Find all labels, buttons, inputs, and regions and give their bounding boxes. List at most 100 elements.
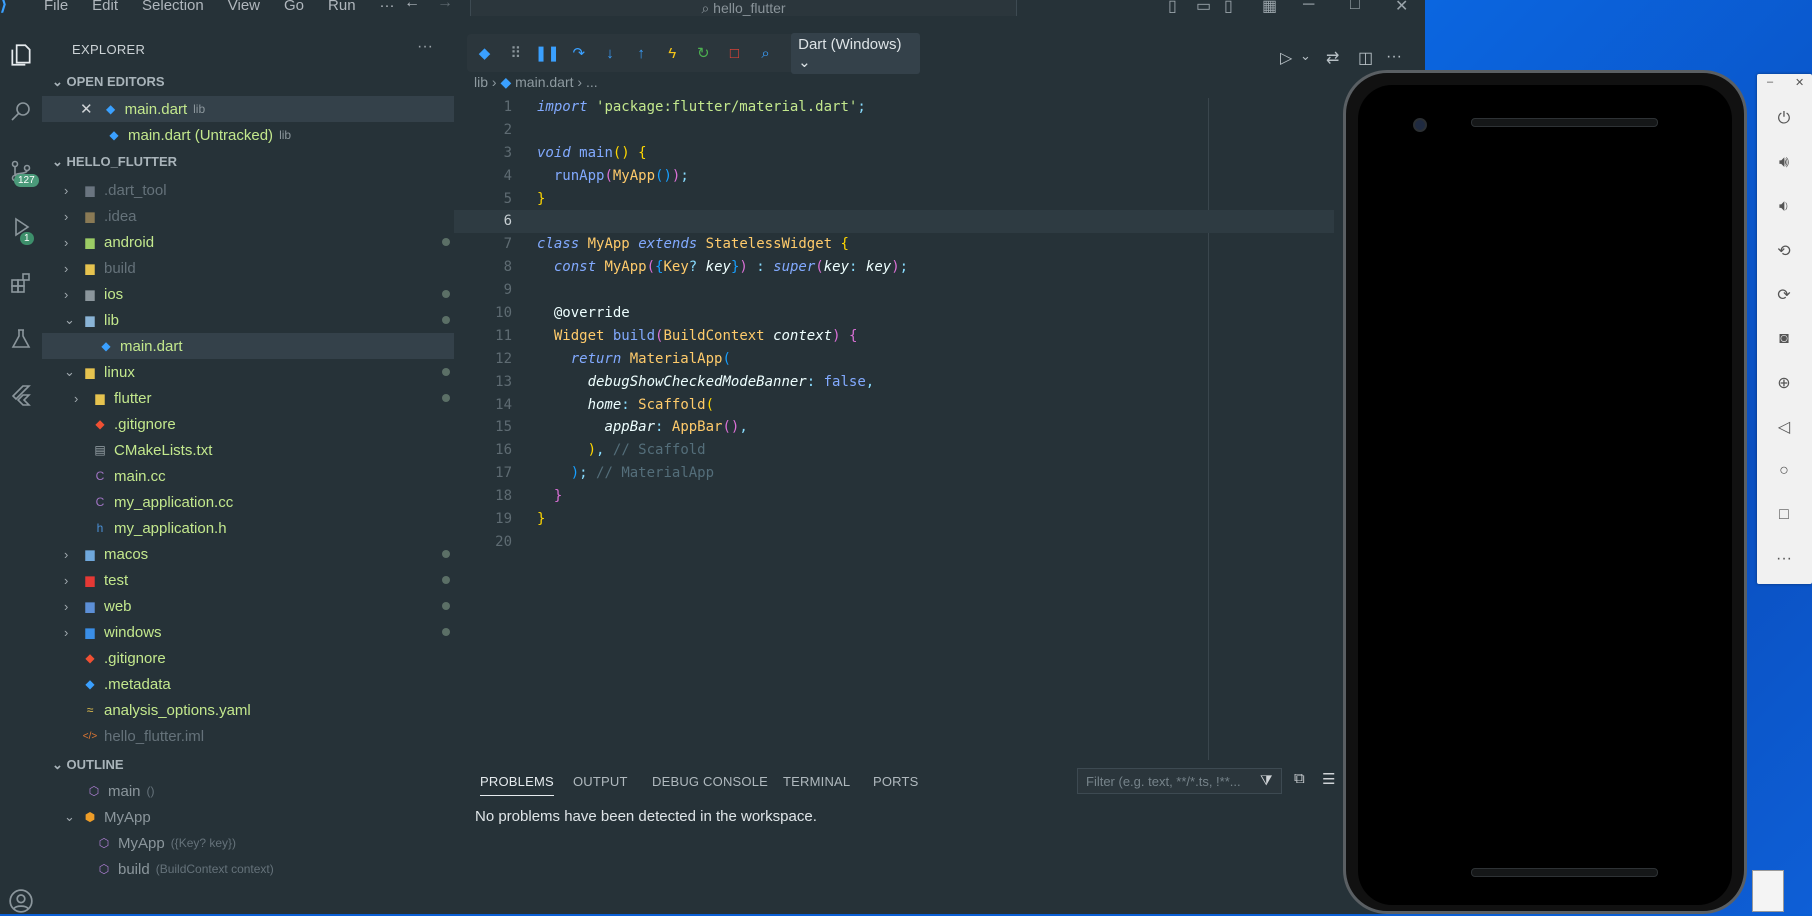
toggle-panel-icon[interactable]: ▭ <box>1196 0 1211 16</box>
tree-file-my-application-cc[interactable]: Cmy_application.ccU <box>92 489 472 515</box>
collapse-all-icon[interactable]: ⧉ <box>1294 770 1305 787</box>
tree-folder-test[interactable]: › ▆ test <box>64 567 454 593</box>
tab-debug-console[interactable]: DEBUG CONSOLE <box>652 774 768 789</box>
minimize-icon[interactable]: ─ <box>1303 0 1314 14</box>
more-icon[interactable]: ··· <box>1773 548 1795 570</box>
git-file-icon: ◆ <box>85 651 95 665</box>
run-dropdown-icon[interactable]: ⌄ <box>1300 48 1311 64</box>
tree-file-cmakelists[interactable]: ▤CMakeLists.txtU <box>92 437 471 463</box>
volume-up-icon[interactable]: 🔊︎ <box>1773 152 1795 174</box>
tree-file-main-cc[interactable]: Cmain.ccU <box>92 463 472 489</box>
tree-file-iml[interactable]: </> hello_flutter.iml <box>82 723 454 749</box>
project-header[interactable]: ⌄ HELLO_FLUTTER <box>52 154 177 170</box>
flutter-icon[interactable] <box>6 380 36 410</box>
search-icon[interactable] <box>6 96 36 126</box>
method-icon: ⬡ <box>88 784 100 798</box>
desktop-file-icon[interactable] <box>1752 870 1784 912</box>
restart-icon[interactable]: ↻ <box>694 43 713 63</box>
close-window-icon[interactable]: ✕ <box>1395 0 1408 16</box>
maximize-icon[interactable]: □ <box>1350 0 1360 14</box>
breadcrumb-symbol[interactable]: ... <box>586 74 598 90</box>
view-as-list-icon[interactable]: ☰ <box>1322 770 1335 788</box>
tab-ports[interactable]: PORTS <box>873 774 919 789</box>
run-config-select[interactable]: Dart (Windows) ⌄ <box>791 32 920 74</box>
split-editor-icon[interactable]: ◫ <box>1358 48 1373 68</box>
home-icon[interactable]: ○ <box>1773 460 1795 482</box>
tree-file-gitignore-root[interactable]: ◆.gitignoreU <box>82 645 471 671</box>
menu-more[interactable]: ··· <box>368 0 407 14</box>
menu-edit[interactable]: Edit <box>80 0 130 14</box>
hot-reload-icon[interactable]: ϟ <box>663 43 682 63</box>
outline-item-myapp[interactable]: ⌄ ⬢ MyApp <box>64 804 454 830</box>
tree-file-gitignore[interactable]: ◆.gitignoreU <box>92 411 471 437</box>
camera-icon[interactable]: ◙ <box>1773 328 1795 350</box>
step-into-icon[interactable]: ↓ <box>600 43 619 63</box>
breadcrumb-file[interactable]: main.dart <box>515 74 573 90</box>
outline-item-build[interactable]: ⬡ build (BuildContext context) <box>96 856 454 882</box>
menu-run[interactable]: Run <box>316 0 368 14</box>
more-actions-icon[interactable]: ··· <box>417 38 433 56</box>
menu-file[interactable]: File <box>32 0 80 14</box>
pause-icon[interactable]: ❚❚ <box>535 43 560 63</box>
toggle-primary-sidebar-icon[interactable]: ▯ <box>1168 0 1177 16</box>
tree-folder-linux[interactable]: ⌄ ▆ linux <box>64 359 454 385</box>
zoom-icon[interactable]: ⊕ <box>1773 372 1795 394</box>
overview-icon[interactable]: □ <box>1773 504 1795 526</box>
extensions-icon[interactable] <box>6 268 36 298</box>
compare-changes-icon[interactable]: ⇄ <box>1326 48 1339 68</box>
editor-more-icon[interactable]: ··· <box>1386 48 1402 66</box>
drag-handle-icon[interactable]: ⠿ <box>506 43 525 63</box>
tree-folder-dart-tool[interactable]: › ▆ .dart_tool <box>64 177 454 203</box>
devtools-search-icon[interactable]: ⌕ <box>756 43 775 63</box>
step-over-icon[interactable]: ↷ <box>569 43 588 63</box>
menu-view[interactable]: View <box>216 0 272 14</box>
tree-folder-lib[interactable]: ⌄ ▆ lib <box>64 307 454 333</box>
open-editor-item[interactable]: ◆ main.dart (Untracked) lib U <box>42 122 471 148</box>
tree-folder-windows[interactable]: › ▆ windows <box>64 619 454 645</box>
outline-header[interactable]: ⌄ OUTLINE <box>52 757 124 773</box>
tree-folder-ios[interactable]: › ▆ ios <box>64 281 454 307</box>
problems-filter-input[interactable]: Filter (e.g. text, **/*.ts, !**... <box>1077 768 1282 794</box>
code-editor[interactable]: 1 import 'package:flutter/material.dart';… <box>454 96 1334 554</box>
breadcrumb-lib[interactable]: lib <box>474 74 488 90</box>
tree-file-my-application-h[interactable]: hmy_application.hU <box>92 515 472 541</box>
open-editor-item[interactable]: ✕ ◆ main.dart lib U <box>42 96 471 122</box>
volume-down-icon[interactable]: 🔉︎ <box>1773 196 1795 218</box>
customize-layout-icon[interactable]: ▦ <box>1262 0 1277 16</box>
forward-arrow-icon[interactable]: → <box>437 0 453 12</box>
step-out-icon[interactable]: ↑ <box>632 43 651 63</box>
testing-icon[interactable] <box>6 324 36 354</box>
phone-screen[interactable] <box>1358 85 1732 905</box>
tree-folder-flutter[interactable]: › ▆ flutter <box>74 385 454 411</box>
back-icon[interactable]: ◁ <box>1773 416 1795 438</box>
close-icon[interactable]: ✕ <box>1795 76 1804 89</box>
tree-file-metadata[interactable]: ◆.metadataU <box>82 671 471 697</box>
tab-output[interactable]: OUTPUT <box>573 774 628 789</box>
filter-icon[interactable]: ⧩ <box>1260 772 1273 789</box>
tree-file-main-dart[interactable]: ◆main.dartU <box>42 333 471 359</box>
toggle-secondary-sidebar-icon[interactable]: ▯ <box>1224 0 1233 16</box>
tree-folder-build[interactable]: › ▆ build <box>64 255 454 281</box>
stop-icon[interactable]: □ <box>725 43 744 63</box>
run-icon[interactable]: ▷ <box>1280 48 1292 68</box>
explorer-icon[interactable] <box>6 40 36 70</box>
tree-folder-macos[interactable]: › ▆ macos <box>64 541 454 567</box>
outline-item-main[interactable]: ⬡ main () <box>86 778 454 804</box>
account-icon[interactable] <box>6 886 36 916</box>
menu-go[interactable]: Go <box>272 0 316 14</box>
minimize-icon[interactable]: – <box>1767 76 1773 88</box>
tree-file-analysis-options[interactable]: ≈analysis_options.yamlU <box>82 697 472 723</box>
outline-item-constructor[interactable]: ⬡ MyApp ({Key? key}) <box>96 830 454 856</box>
tree-folder-web[interactable]: › ▆ web <box>64 593 454 619</box>
tab-problems[interactable]: PROBLEMS <box>480 774 554 796</box>
rotate-right-icon[interactable]: ⟳ <box>1773 284 1795 306</box>
tree-folder-android[interactable]: › ▆ android <box>64 229 454 255</box>
tree-folder-idea[interactable]: › ▆ .idea <box>64 203 454 229</box>
tab-terminal[interactable]: TERMINAL <box>783 774 850 789</box>
power-icon[interactable]: ⏻ <box>1773 108 1795 130</box>
menu-selection[interactable]: Selection <box>130 0 216 14</box>
rotate-left-icon[interactable]: ⟲ <box>1773 240 1795 262</box>
open-editors-header[interactable]: ⌄ OPEN EDITORS <box>52 74 165 90</box>
back-arrow-icon[interactable]: ← <box>404 0 420 12</box>
close-icon[interactable]: ✕ <box>80 100 93 118</box>
